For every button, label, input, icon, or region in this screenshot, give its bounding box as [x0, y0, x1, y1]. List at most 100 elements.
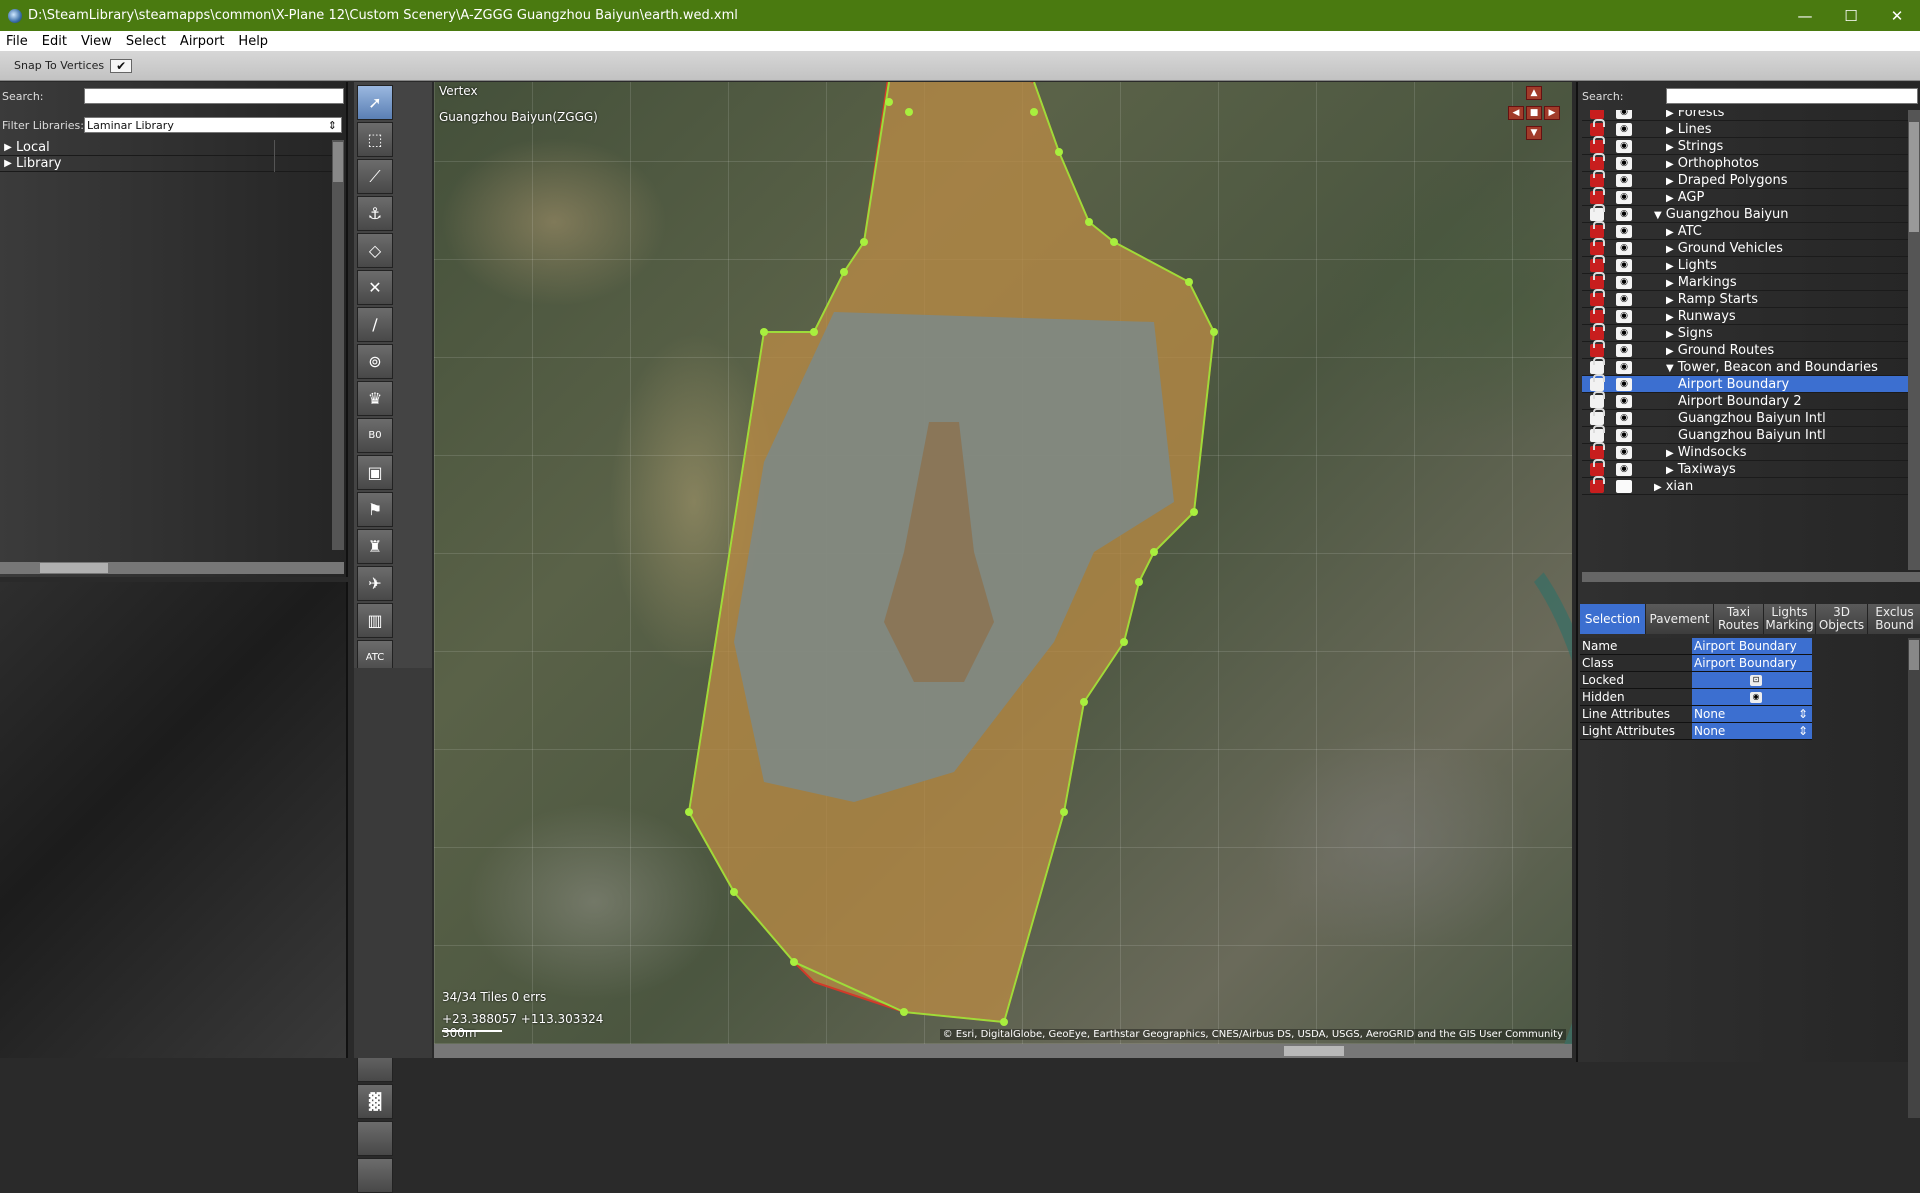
hierarchy-row[interactable]: ◉ ▶ Draped Polygons — [1582, 169, 1908, 189]
eye-icon[interactable]: ◉ — [1616, 173, 1632, 187]
library-vertical-scrollbar[interactable] — [332, 140, 344, 550]
expand-triangle-icon[interactable]: ▶ — [1666, 159, 1674, 170]
lock-closed-icon[interactable] — [1590, 458, 1605, 476]
menu-file[interactable]: File — [6, 34, 28, 49]
hierarchy-row[interactable]: ◉ ▶ Ramp Starts — [1582, 288, 1908, 308]
zoom-center-icon[interactable]: ■ — [1526, 106, 1542, 120]
expand-triangle-icon[interactable]: ▶ — [1666, 448, 1674, 459]
expand-triangle-icon[interactable]: ▶ — [1666, 295, 1674, 306]
map-view[interactable]: ▲ ◀ ■ ▶ ▼ Vertex Guangzhou Baiyun(ZGGG) … — [434, 82, 1572, 1044]
lock-open-icon[interactable] — [1590, 356, 1605, 374]
scroll-thumb[interactable] — [333, 142, 343, 182]
hierarchy-row[interactable]: ◉ ▶ Ground Vehicles — [1582, 237, 1908, 257]
expand-triangle-icon[interactable]: ▶ — [1666, 227, 1674, 238]
lock-closed-icon[interactable] — [1590, 186, 1605, 204]
sealane-tool[interactable]: ⚓ — [357, 196, 393, 231]
lock-open-icon[interactable] — [1590, 203, 1605, 221]
expand-triangle-icon[interactable]: ▶ — [0, 158, 16, 169]
collapse-triangle-icon[interactable]: ▼ — [1654, 210, 1662, 221]
lock-closed-icon[interactable] — [1590, 110, 1604, 119]
pan-down-icon[interactable]: ▼ — [1526, 126, 1542, 140]
hierarchy-row[interactable]: ◉ ▶ Forests — [1582, 110, 1908, 121]
snap-to-vertices-checkbox[interactable]: ✔ — [110, 58, 133, 73]
close-button[interactable]: ✕ — [1874, 0, 1920, 31]
hierarchy-row[interactable]: ▶ xian — [1582, 475, 1908, 495]
marquee-tool[interactable]: ⬚ — [357, 122, 393, 157]
library-search-input[interactable] — [84, 88, 344, 104]
library-item-library[interactable]: ▶ Library — [0, 155, 332, 172]
lock-closed-icon[interactable] — [1590, 254, 1605, 272]
eye-icon[interactable]: ◉ — [1616, 190, 1632, 204]
light-fixture-tool[interactable]: ♛ — [357, 381, 393, 416]
property-value[interactable]: Airport Boundary — [1692, 655, 1812, 671]
eye-icon[interactable]: ◉ — [1616, 110, 1632, 119]
hierarchy-row[interactable]: ◉ ▼ Guangzhou Baiyun — [1582, 203, 1908, 223]
windsock-tool[interactable]: ⚑ — [357, 492, 393, 527]
expand-triangle-icon[interactable]: ▶ — [1666, 346, 1674, 357]
expand-triangle-icon[interactable]: ▶ — [0, 142, 16, 153]
scroll-thumb[interactable] — [1909, 122, 1919, 232]
eye-icon[interactable]: ◉ — [1616, 292, 1632, 306]
hierarchy-row[interactable]: ◉ ▶ Taxiways — [1582, 458, 1908, 478]
scroll-thumb[interactable] — [40, 563, 108, 573]
hierarchy-row[interactable]: ◉ ▶ Lines — [1582, 118, 1908, 138]
expand-triangle-icon[interactable]: ▶ — [1666, 278, 1674, 289]
lock-closed-icon[interactable] — [1590, 475, 1605, 493]
eye-icon[interactable]: ◉ — [1616, 428, 1632, 442]
lock-checkbox-icon[interactable]: ⊡ — [1750, 674, 1762, 686]
expand-triangle-icon[interactable]: ▶ — [1666, 329, 1674, 340]
tower-tool[interactable]: ♜ — [357, 529, 393, 564]
taxiline-tool[interactable]: ∕ — [357, 307, 393, 342]
menu-edit[interactable]: Edit — [42, 34, 67, 49]
hierarchy-vertical-scrollbar[interactable] — [1908, 110, 1920, 570]
expand-triangle-icon[interactable]: ▶ — [1666, 110, 1674, 119]
sign-tool[interactable]: B0 — [357, 418, 393, 453]
hierarchy-search-input[interactable] — [1666, 88, 1918, 104]
facade-tool[interactable]: ▥ — [357, 603, 393, 638]
eye-icon[interactable]: ◉ — [1616, 156, 1632, 170]
empty-tool-2[interactable] — [357, 1121, 393, 1156]
eye-checkbox-icon[interactable]: ◉ — [1750, 691, 1762, 703]
filter-libraries-select[interactable]: Laminar Library ⇕ — [84, 117, 342, 133]
lock-open-icon[interactable] — [1590, 424, 1605, 442]
lock-closed-icon[interactable] — [1590, 237, 1605, 255]
lock-closed-icon[interactable] — [1590, 322, 1605, 340]
pan-up-icon[interactable]: ▲ — [1526, 86, 1542, 100]
map-nav-arrows[interactable]: ▲ ◀ ■ ▶ ▼ — [1506, 86, 1562, 148]
ramp-start-tool[interactable]: ✈ — [357, 566, 393, 601]
property-value[interactable]: None ⇕ — [1692, 723, 1812, 739]
expand-triangle-icon[interactable]: ▶ — [1666, 312, 1674, 323]
expand-triangle-icon[interactable]: ▶ — [1666, 176, 1674, 187]
library-item-local[interactable]: ▶ Local — [0, 139, 332, 156]
runway-tool[interactable]: ⟋ — [357, 159, 393, 194]
property-value[interactable]: None ⇕ — [1692, 706, 1812, 722]
lock-closed-icon[interactable] — [1590, 288, 1605, 306]
properties-vertical-scrollbar[interactable] — [1908, 638, 1920, 1118]
eye-icon[interactable]: ◉ — [1616, 326, 1632, 340]
expand-triangle-icon[interactable]: ▶ — [1666, 193, 1674, 204]
expand-triangle-icon[interactable]: ▶ — [1666, 465, 1674, 476]
lock-closed-icon[interactable] — [1590, 271, 1605, 289]
minimize-button[interactable]: — — [1782, 0, 1828, 31]
scroll-thumb[interactable] — [1909, 640, 1919, 670]
tab-taxi-routes[interactable]: Taxi Routes — [1714, 604, 1764, 634]
hierarchy-row[interactable]: ◉ ▼ Tower, Beacon and Boundaries — [1582, 356, 1908, 376]
maximize-button[interactable]: ☐ — [1828, 0, 1874, 31]
lock-closed-icon[interactable] — [1590, 169, 1605, 187]
hierarchy-row[interactable]: ◉ ▶ Windsocks — [1582, 441, 1908, 461]
eye-icon[interactable]: ◉ — [1616, 394, 1632, 408]
hole-tool[interactable]: ⊚ — [357, 344, 393, 379]
vertex-tool[interactable]: ➚ — [357, 85, 393, 120]
eye-hidden-icon[interactable] — [1616, 479, 1632, 493]
menu-select[interactable]: Select — [126, 34, 166, 49]
property-value[interactable]: ◉ — [1692, 689, 1812, 705]
eye-icon[interactable]: ◉ — [1616, 139, 1632, 153]
map-horizontal-scrollbar[interactable] — [434, 1044, 1572, 1058]
eye-icon[interactable]: ◉ — [1616, 360, 1632, 374]
pan-left-icon[interactable]: ◀ — [1508, 106, 1524, 120]
hierarchy-row[interactable]: ◉ ▶ Ground Routes — [1582, 339, 1908, 359]
eye-icon[interactable]: ◉ — [1616, 343, 1632, 357]
tab-selection[interactable]: Selection — [1580, 604, 1646, 634]
tab-lights-marking[interactable]: Lights Marking — [1764, 604, 1816, 634]
tab-3d-objects[interactable]: 3D Objects — [1816, 604, 1868, 634]
